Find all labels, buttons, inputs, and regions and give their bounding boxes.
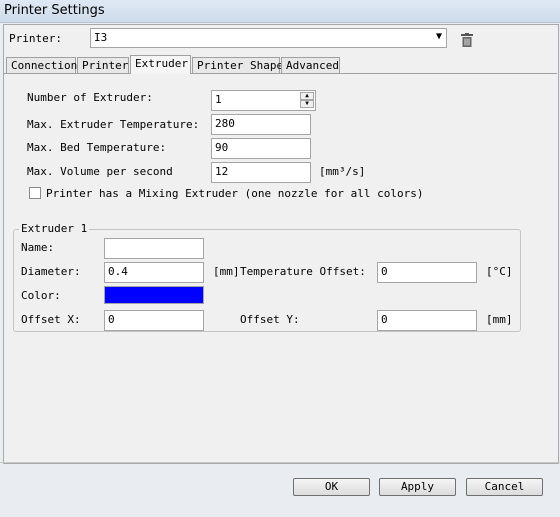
temperature-offset-field[interactable]: 0 bbox=[377, 262, 477, 283]
diameter-field[interactable]: 0.4 bbox=[104, 262, 204, 283]
printer-select[interactable]: I3 ▼ bbox=[90, 28, 447, 48]
spinner-down-icon[interactable]: ▼ bbox=[300, 100, 314, 108]
spinner-up-icon[interactable]: ▲ bbox=[300, 92, 314, 100]
offset-x-field[interactable]: 0 bbox=[104, 310, 204, 331]
temperature-offset-unit: [°C] bbox=[486, 265, 513, 278]
mixing-extruder-checkbox[interactable] bbox=[29, 187, 41, 199]
max-volume-field[interactable]: 12 bbox=[211, 162, 311, 183]
name-label: Name: bbox=[21, 241, 55, 254]
footer-divider bbox=[0, 462, 560, 463]
max-bed-temp-field[interactable]: 90 bbox=[211, 138, 311, 159]
cancel-button[interactable]: Cancel bbox=[466, 478, 543, 496]
diameter-unit: [mm] bbox=[213, 265, 240, 278]
window-title: Printer Settings bbox=[4, 3, 105, 18]
apply-button[interactable]: Apply bbox=[379, 478, 456, 496]
offset-y-label: Offset Y: bbox=[240, 313, 300, 326]
chevron-down-icon[interactable]: ▼ bbox=[436, 31, 442, 42]
tab-advanced[interactable]: Advanced bbox=[281, 57, 340, 73]
extruder-count-label: Number of Extruder: bbox=[27, 91, 153, 104]
tab-connection[interactable]: Connection bbox=[6, 57, 77, 73]
name-field[interactable] bbox=[104, 238, 204, 259]
tab-printer[interactable]: Printer bbox=[77, 57, 129, 73]
ok-button[interactable]: OK bbox=[293, 478, 370, 496]
extruder-count-spinner[interactable]: 1 ▲ ▼ bbox=[211, 90, 316, 111]
printer-label: Printer: bbox=[9, 32, 62, 45]
color-swatch[interactable] bbox=[104, 286, 204, 304]
tab-printer-shape[interactable]: Printer Shape bbox=[192, 57, 283, 73]
max-bed-temp-label: Max. Bed Temperature: bbox=[27, 141, 167, 154]
max-extruder-temp-field[interactable]: 280 bbox=[211, 114, 311, 135]
color-label: Color: bbox=[21, 289, 61, 302]
offset-x-label: Offset X: bbox=[21, 313, 81, 326]
title-bar: Printer Settings bbox=[0, 0, 560, 23]
tab-extruder[interactable]: Extruder bbox=[130, 55, 191, 74]
printer-select-value: I3 bbox=[94, 31, 108, 44]
trash-icon[interactable] bbox=[461, 33, 473, 47]
offset-unit: [mm] bbox=[486, 313, 513, 326]
extruder-count-value: 1 bbox=[215, 93, 222, 106]
max-volume-label: Max. Volume per second bbox=[27, 165, 173, 178]
diameter-label: Diameter: bbox=[21, 265, 81, 278]
extruder-1-title: Extruder 1 bbox=[19, 222, 90, 235]
max-volume-unit: [mm³/s] bbox=[319, 165, 366, 178]
max-extruder-temp-label: Max. Extruder Temperature: bbox=[27, 118, 200, 131]
offset-y-field[interactable]: 0 bbox=[377, 310, 477, 331]
mixing-extruder-label: Printer has a Mixing Extruder (one nozzl… bbox=[46, 187, 424, 200]
temperature-offset-label: Temperature Offset: bbox=[240, 265, 366, 278]
